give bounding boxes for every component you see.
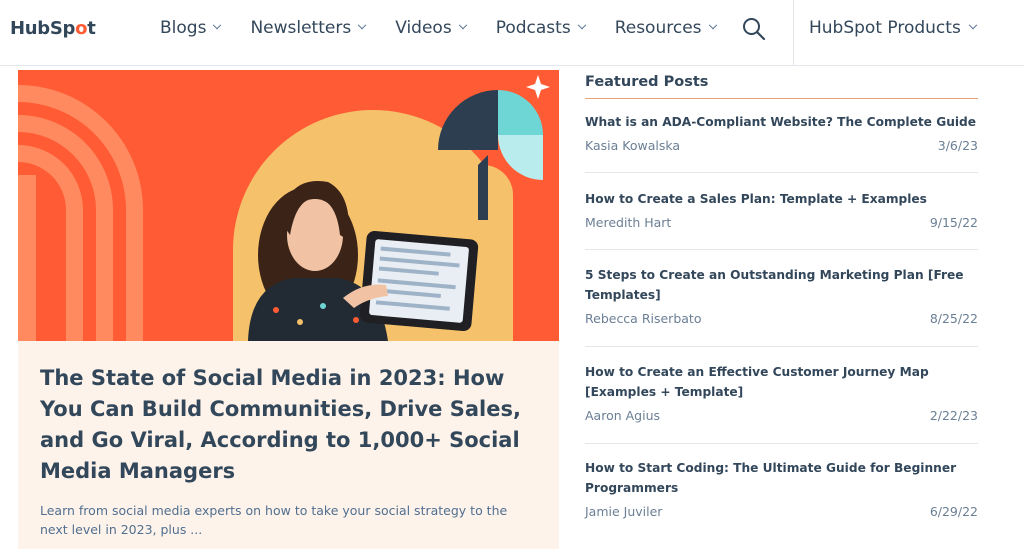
chevron-down-icon [577,20,586,30]
post-title[interactable]: How to Create a Sales Plan: Template + E… [585,189,978,209]
search-button[interactable] [741,16,767,42]
post-title[interactable]: 5 Steps to Create an Outstanding Marketi… [585,265,978,305]
main-nav: Blogs Newsletters Videos Podcasts Resour… [160,0,746,56]
post-date: 2/22/23 [929,408,978,423]
nav-item-newsletters[interactable]: Newsletters [250,18,367,38]
logo-sprocket: o [75,17,88,39]
hubspot-logo[interactable]: HubSp o t [10,16,96,40]
article-title[interactable]: The State of Social Media in 2023: How Y… [40,363,540,487]
nav-item-label: Podcasts [495,18,571,38]
post-meta: Jamie Juviler 6/29/22 [585,504,978,519]
post-date: 9/15/22 [929,215,978,230]
article-card-body: The State of Social Media in 2023: How Y… [18,341,559,549]
chevron-down-icon [357,20,367,30]
featured-posts: Featured Posts What is an ADA-Compliant … [585,70,978,519]
chevron-down-icon [708,20,717,30]
post-title[interactable]: How to Create an Effective Customer Jour… [585,362,978,402]
chevron-down-icon [458,20,467,30]
list-item[interactable]: How to Create an Effective Customer Jour… [585,362,978,444]
hero-illustration [18,70,559,341]
nav-item-resources[interactable]: Resources [614,18,717,38]
post-meta: Rebecca Riserbato 8/25/22 [585,311,978,326]
list-item[interactable]: How to Start Coding: The Ultimate Guide … [585,458,978,526]
featured-posts-heading: Featured Posts [585,70,978,99]
post-meta: Aaron Agius 2/22/23 [585,408,978,423]
logo-text-left: HubSp [10,17,76,39]
post-author: Aaron Agius [585,408,661,423]
nav-item-label: Newsletters [250,18,352,38]
post-author: Jamie Juviler [585,504,663,519]
post-author: Rebecca Riserbato [585,311,702,326]
post-meta: Kasia Kowalska 3/6/23 [585,138,978,153]
nav-item-label: Resources [614,18,702,38]
post-date: 8/25/22 [929,311,978,326]
nav-item-podcasts[interactable]: Podcasts [495,18,586,38]
nav-item-videos[interactable]: Videos [395,18,467,38]
post-author: Kasia Kowalska [585,138,681,153]
post-date: 6/29/22 [929,504,978,519]
logo-text-right: t [87,17,96,39]
header-divider [793,0,794,66]
list-item[interactable]: 5 Steps to Create an Outstanding Marketi… [585,265,978,347]
search-icon [743,18,766,41]
chevron-down-icon [213,20,222,30]
list-item[interactable]: How to Create a Sales Plan: Template + E… [585,189,978,250]
list-item[interactable]: What is an ADA-Compliant Website? The Co… [585,112,978,173]
post-author: Meredith Hart [585,215,672,230]
article-hero-image [18,70,559,341]
article-excerpt: Learn from social media experts on how t… [40,503,508,537]
post-meta: Meredith Hart 9/15/22 [585,215,978,230]
nav-item-label: Blogs [160,18,207,38]
nav-item-label: Videos [395,18,452,38]
chevron-down-icon [968,20,978,30]
post-title[interactable]: What is an ADA-Compliant Website? The Co… [585,112,978,132]
site-header: HubSp o t Blogs Newsletters Videos Podcast… [0,0,1024,66]
products-label: HubSpot Products [809,18,961,38]
nav-item-blogs[interactable]: Blogs [160,18,222,38]
hubspot-products-menu[interactable]: HubSpot Products [809,0,978,56]
post-date: 3/6/23 [937,138,978,153]
featured-article-card[interactable]: The State of Social Media in 2023: How Y… [18,70,559,549]
post-title[interactable]: How to Start Coding: The Ultimate Guide … [585,458,978,498]
